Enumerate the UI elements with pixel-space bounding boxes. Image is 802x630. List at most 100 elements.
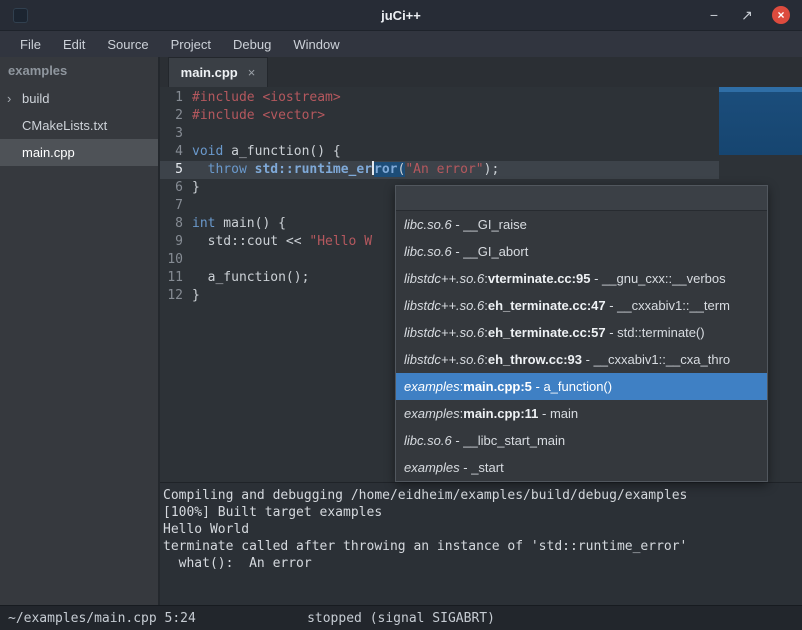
code-text: } (190, 287, 200, 305)
frame-text: libstdc++.so.6 (404, 298, 484, 313)
tab-close-icon[interactable]: × (248, 65, 256, 80)
line-number[interactable]: 12 (160, 287, 190, 305)
stack-frame-item[interactable]: libstdc++.so.6:eh_terminate.cc:47 - __cx… (396, 292, 767, 319)
code-line[interactable]: 2#include <vector> (160, 107, 719, 125)
code-segment (192, 162, 208, 177)
menu-item-file[interactable]: File (9, 37, 52, 52)
code-line[interactable]: 3 (160, 125, 719, 143)
code-segment: throw (208, 162, 247, 177)
frame-text: - _start (460, 460, 504, 475)
line-number[interactable]: 6 (160, 179, 190, 197)
menu-item-window[interactable]: Window (282, 37, 350, 52)
stack-frame-item[interactable]: libc.so.6 - __GI_abort (396, 238, 767, 265)
line-number[interactable]: 10 (160, 251, 190, 269)
frame-text: - __gnu_cxx::__verbos (590, 271, 725, 286)
frame-text: - __libc_start_main (452, 433, 565, 448)
stack-frame-item[interactable]: libstdc++.so.6:eh_throw.cc:93 - __cxxabi… (396, 346, 767, 373)
terminal-line: what(): An error (163, 555, 799, 572)
stack-frame-item[interactable]: libstdc++.so.6:vterminate.cc:95 - __gnu_… (396, 265, 767, 292)
frame-text: - __cxxabiv1::__cxa_thro (582, 352, 730, 367)
app-icon (13, 8, 28, 23)
frame-text: vterminate.cc:95 (488, 271, 591, 286)
frame-text: main.cpp:5 (463, 379, 532, 394)
menu-item-project[interactable]: Project (160, 37, 222, 52)
frame-text: - a_function() (532, 379, 612, 394)
code-segment: "Hello W (309, 234, 372, 249)
tabbar: main.cpp × (160, 57, 802, 87)
line-number[interactable]: 8 (160, 215, 190, 233)
line-number[interactable]: 5 (160, 161, 190, 179)
frame-text: eh_throw.cc:93 (488, 352, 582, 367)
code-text: } (190, 179, 200, 197)
line-number[interactable]: 11 (160, 269, 190, 287)
tree-item-main-cpp[interactable]: main.cpp (0, 139, 158, 166)
code-segment: int (192, 216, 215, 231)
stack-frame-item[interactable]: libc.so.6 - __GI_raise (396, 211, 767, 238)
window-controls: − ↗ × (706, 6, 790, 24)
titlebar[interactable]: juCi++ − ↗ × (0, 0, 802, 30)
main-area: examples › build CMakeLists.txt main.cpp ma… (0, 57, 802, 605)
tree-item-cmakelists-txt[interactable]: CMakeLists.txt (0, 112, 158, 139)
line-number[interactable]: 4 (160, 143, 190, 161)
close-button[interactable]: × (772, 6, 790, 24)
code-segment: ror (374, 162, 397, 177)
line-number[interactable]: 7 (160, 197, 190, 215)
minimize-button[interactable]: − (706, 7, 722, 23)
stack-trace-popup: libc.so.6 - __GI_raiselibc.so.6 - __GI_a… (395, 185, 768, 482)
terminal-output[interactable]: Compiling and debugging /home/eidheim/ex… (160, 482, 802, 605)
code-text (190, 251, 192, 269)
code-segment: #include <iostream> (192, 90, 341, 105)
code-segment: void (192, 144, 223, 159)
terminal-line: [100%] Built target examples (163, 504, 799, 521)
code-segment: a_function() { (223, 144, 340, 159)
tree-item-label: main.cpp (22, 145, 75, 160)
code-text: void a_function() { (190, 143, 341, 161)
code-segment: } (192, 288, 200, 303)
restore-button[interactable]: ↗ (739, 7, 755, 24)
stack-frame-item[interactable]: examples:main.cpp:11 - main (396, 400, 767, 427)
code-text: throw std::runtime_error("An error"); (190, 161, 499, 179)
code-line[interactable]: 4void a_function() { (160, 143, 719, 161)
frame-text: - std::terminate() (606, 325, 705, 340)
popup-filter-input[interactable] (396, 186, 767, 211)
line-number[interactable]: 9 (160, 233, 190, 251)
tree-item-label: CMakeLists.txt (22, 118, 107, 133)
frame-text: examples (404, 460, 460, 475)
editor-corner-tooltip-box (719, 87, 802, 155)
code-segment (247, 162, 255, 177)
stack-frame-item[interactable]: examples - _start (396, 454, 767, 481)
menu-item-edit[interactable]: Edit (52, 37, 96, 52)
frame-text: - main (538, 406, 578, 421)
code-text: int main() { (190, 215, 286, 233)
terminal-line: terminate called after throwing an insta… (163, 538, 799, 555)
stack-frame-item[interactable]: libc.so.6 - __libc_start_main (396, 427, 767, 454)
statusbar: ~/examples/main.cpp 5:24 stopped (signal… (0, 605, 802, 630)
stack-frame-item[interactable]: libstdc++.so.6:eh_terminate.cc:57 - std:… (396, 319, 767, 346)
menu-item-debug[interactable]: Debug (222, 37, 282, 52)
window-title: juCi++ (0, 8, 802, 23)
frame-text: eh_terminate.cc:57 (488, 325, 606, 340)
code-line[interactable]: 1#include <iostream> (160, 89, 719, 107)
app-window: juCi++ − ↗ × FileEditSourceProjectDebugW… (0, 0, 802, 630)
chevron-right-icon[interactable]: › (7, 85, 11, 112)
code-text: a_function(); (190, 269, 309, 287)
code-line[interactable]: 5 throw std::runtime_error("An error"); (160, 161, 719, 179)
stack-frame-item[interactable]: examples:main.cpp:5 - a_function() (396, 373, 767, 400)
line-number[interactable]: 2 (160, 107, 190, 125)
frame-text: eh_terminate.cc:47 (488, 298, 606, 313)
tree-item-build[interactable]: › build (0, 85, 158, 112)
line-number[interactable]: 1 (160, 89, 190, 107)
tree-item-label: build (22, 91, 49, 106)
menu-item-source[interactable]: Source (96, 37, 159, 52)
code-segment: std::runtime_er (255, 162, 372, 177)
code-segment: } (192, 180, 200, 195)
code-segment: ); (484, 162, 500, 177)
frame-text: libstdc++.so.6 (404, 352, 484, 367)
frame-text: examples (404, 406, 460, 421)
tab-main-cpp[interactable]: main.cpp × (168, 57, 268, 87)
code-text: #include <iostream> (190, 89, 341, 107)
file-tree: › build CMakeLists.txt main.cpp (0, 85, 158, 166)
frame-text: - __GI_abort (452, 244, 529, 259)
code-text: #include <vector> (190, 107, 325, 125)
line-number[interactable]: 3 (160, 125, 190, 143)
